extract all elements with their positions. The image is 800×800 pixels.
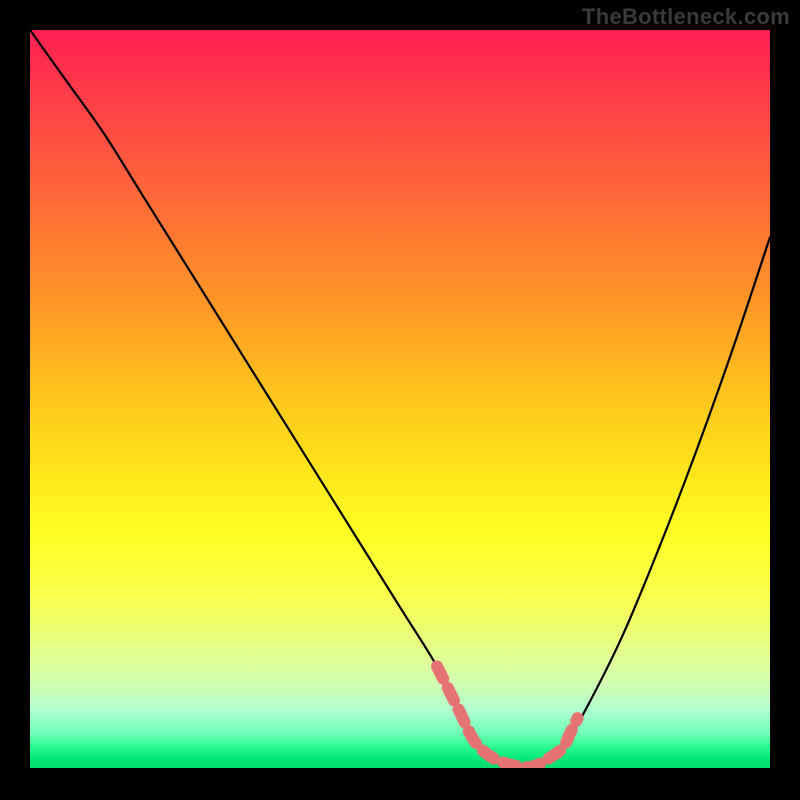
plot-outer <box>30 30 770 770</box>
plot-area <box>30 30 770 770</box>
y-axis <box>28 30 30 770</box>
bottleneck-curve <box>30 30 770 768</box>
sweet-spot-highlight <box>437 666 578 767</box>
x-axis <box>30 768 770 770</box>
watermark-label: TheBottleneck.com <box>582 4 790 30</box>
curve-layer <box>30 30 770 770</box>
chart-frame: TheBottleneck.com <box>0 0 800 800</box>
